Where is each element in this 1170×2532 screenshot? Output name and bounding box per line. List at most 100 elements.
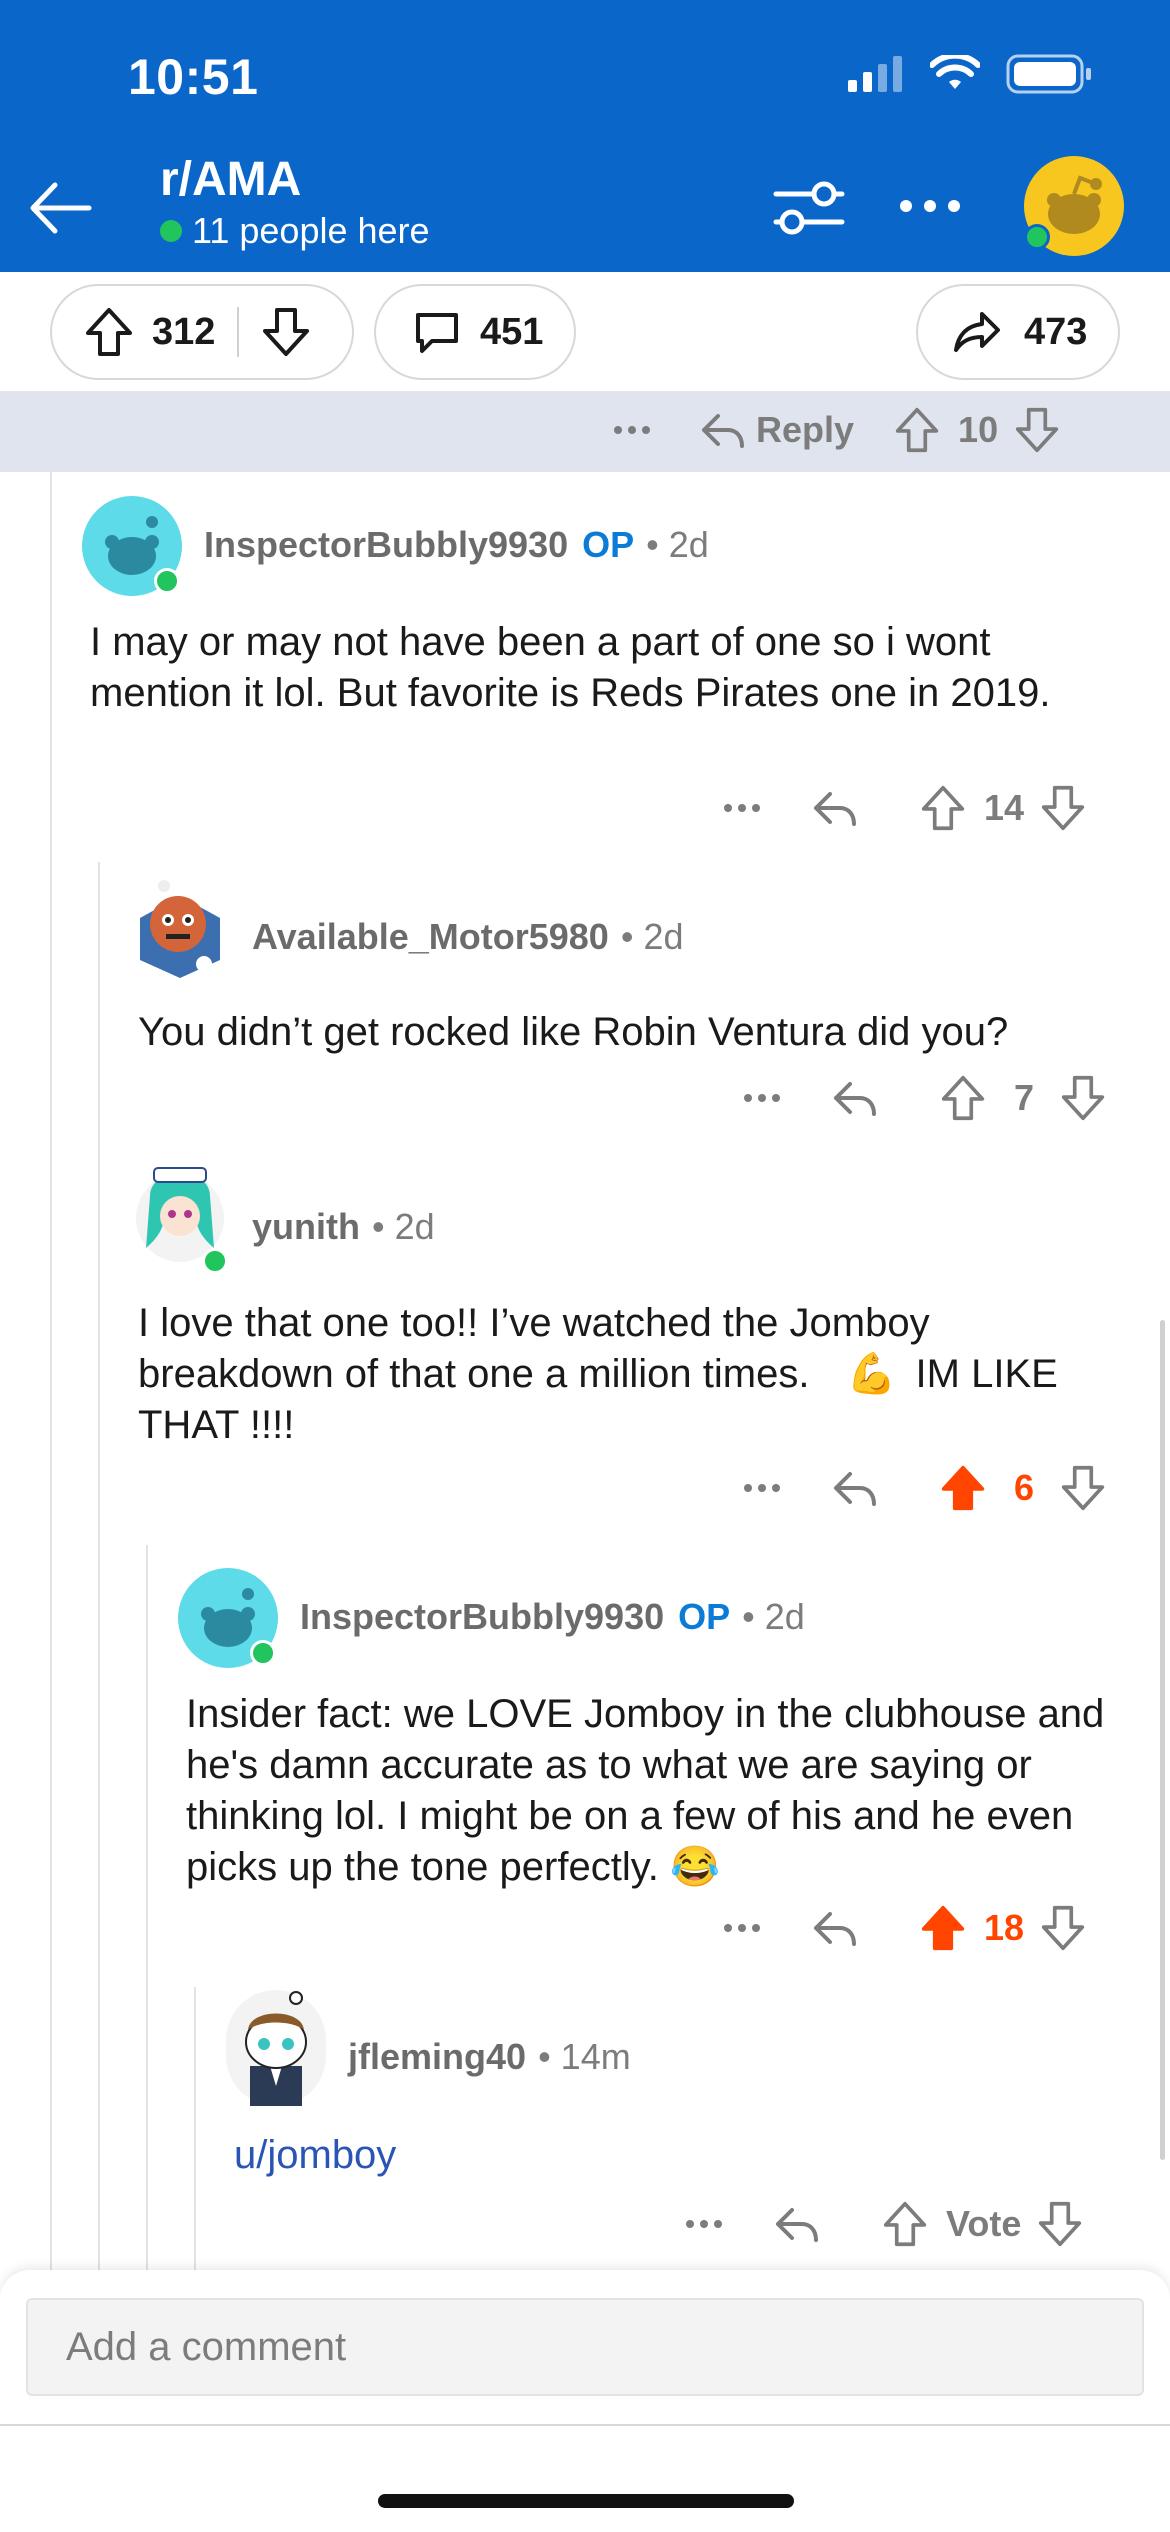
reply-icon[interactable] xyxy=(812,1908,858,1948)
upvote-icon[interactable] xyxy=(84,306,134,358)
comment-age: • 2d xyxy=(742,1596,805,1637)
online-dot xyxy=(160,220,182,242)
reply-icon[interactable] xyxy=(812,788,858,828)
battery-icon xyxy=(1006,54,1091,94)
status-icons xyxy=(848,54,1092,94)
more-horizontal-icon xyxy=(900,200,960,212)
username[interactable]: jfleming40 xyxy=(348,2036,526,2078)
downvote-icon[interactable] xyxy=(1037,2200,1083,2248)
back-button[interactable] xyxy=(22,170,98,246)
reply-icon[interactable] xyxy=(832,1078,878,1118)
robot-avatar-icon xyxy=(140,880,220,978)
online-text: 11 people here xyxy=(192,210,430,251)
subreddit-title[interactable]: r/AMA xyxy=(160,152,301,207)
parent-comment-actions: Reply 10 xyxy=(0,392,1170,472)
suit-avatar-icon xyxy=(245,1991,307,2106)
comment-composer: Add a comment xyxy=(0,2270,1170,2532)
reply-icon xyxy=(702,414,744,448)
comment-body: u/jomboy xyxy=(234,2130,1094,2181)
more-horizontal-icon[interactable] xyxy=(722,788,762,828)
comment-body: I may or may not have been a part of one… xyxy=(90,620,1051,715)
add-comment-input[interactable]: Add a comment xyxy=(26,2298,1144,2396)
thread-line xyxy=(146,1545,148,2272)
reply-label: Reply xyxy=(756,409,855,450)
vote-pill: 312 xyxy=(50,284,354,380)
thread-line xyxy=(50,472,52,2272)
downvote-icon[interactable] xyxy=(1014,406,1060,454)
more-options-button[interactable] xyxy=(898,186,962,226)
comment-actions: Vote xyxy=(684,2200,1083,2248)
comment-actions: 14 xyxy=(722,784,1086,832)
username[interactable]: InspectorBubbly9930 xyxy=(300,1596,664,1638)
avatar[interactable] xyxy=(226,1990,326,2106)
user-mention-link[interactable]: u/jomboy xyxy=(234,2133,396,2177)
avatar[interactable] xyxy=(130,876,230,980)
online-indicator xyxy=(202,1248,228,1274)
username[interactable]: InspectorBubbly9930 xyxy=(204,524,568,566)
downvote-icon[interactable] xyxy=(1040,784,1086,832)
upvote-icon[interactable] xyxy=(940,1074,986,1122)
post-action-bar: 312 451 473 xyxy=(0,272,1170,392)
comment-count: 451 xyxy=(480,310,544,353)
score: 10 xyxy=(958,409,999,450)
downvote-icon[interactable] xyxy=(261,306,311,358)
downvote-icon[interactable] xyxy=(1040,1904,1086,1952)
arrow-left-icon xyxy=(30,182,92,234)
upvote-icon[interactable] xyxy=(920,784,966,832)
username[interactable]: Available_Motor5980 xyxy=(252,916,609,958)
op-badge: OP xyxy=(582,524,635,565)
comment-header: jfleming40 • 14m xyxy=(348,2036,631,2078)
vote-label: Vote xyxy=(946,2203,1022,2244)
user-avatar[interactable] xyxy=(1024,156,1124,256)
share-arrow-icon xyxy=(954,312,1000,352)
app-header: 10:51 r/AMA 11 people here xyxy=(0,0,1170,272)
sliders-icon xyxy=(773,181,845,235)
sort-filter-button[interactable] xyxy=(772,176,846,240)
home-indicator[interactable] xyxy=(378,2494,794,2508)
comment-header: InspectorBubbly9930 OP • 2d xyxy=(204,524,709,566)
comment-line: breakdown of that one a million times. 💪… xyxy=(138,1352,1058,1396)
share-count: 473 xyxy=(1024,310,1088,353)
comment-actions: 18 xyxy=(722,1904,1086,1952)
downvote-icon[interactable] xyxy=(1060,1074,1106,1122)
comment-bubble-icon xyxy=(416,313,458,353)
username[interactable]: yunith xyxy=(252,1206,360,1248)
op-badge: OP xyxy=(678,1596,731,1637)
vote-divider xyxy=(237,307,240,357)
comment-line: I love that one too!! I’ve watched the J… xyxy=(138,1301,930,1345)
online-count: 11 people here xyxy=(160,210,430,252)
share-button[interactable]: 473 xyxy=(916,284,1120,380)
scrollbar[interactable] xyxy=(1160,1320,1165,2160)
comment-age: • 2d xyxy=(620,916,684,957)
thread-line xyxy=(194,1987,196,2272)
upvote-icon[interactable] xyxy=(894,406,940,454)
comments-button[interactable]: 451 xyxy=(374,284,576,380)
status-time: 10:51 xyxy=(128,49,259,105)
downvote-icon[interactable] xyxy=(1060,1464,1106,1512)
online-indicator xyxy=(154,568,180,594)
upvote-active-icon[interactable] xyxy=(940,1464,986,1512)
comment-header: yunith • 2d xyxy=(252,1206,435,1248)
comment-body: You didn’t get rocked like Robin Ventura… xyxy=(138,1010,1009,1054)
reply-icon[interactable] xyxy=(774,2204,820,2244)
score: 14 xyxy=(984,787,1025,828)
comment-age: • 14m xyxy=(538,2036,631,2077)
score: 7 xyxy=(1014,1077,1035,1118)
upvote-icon[interactable] xyxy=(882,2200,928,2248)
more-horizontal-icon[interactable] xyxy=(742,1078,782,1118)
parent-action-row: Reply 10 xyxy=(612,406,1060,454)
reply-button[interactable]: Reply xyxy=(700,409,854,451)
comment-actions: 7 xyxy=(742,1074,1106,1122)
more-horizontal-icon[interactable] xyxy=(722,1908,762,1948)
more-horizontal-icon[interactable] xyxy=(684,2204,724,2244)
comment-age: • 2d xyxy=(646,524,709,565)
more-horizontal-icon[interactable] xyxy=(742,1468,782,1508)
thread-line xyxy=(98,862,100,2272)
comment-header: Available_Motor5980 • 2d xyxy=(252,916,683,958)
score: 18 xyxy=(984,1907,1025,1948)
laughing-emoji: 😂 xyxy=(669,1845,720,1889)
reply-icon[interactable] xyxy=(832,1468,878,1508)
more-horizontal-icon[interactable] xyxy=(612,410,652,450)
online-indicator xyxy=(250,1640,276,1666)
upvote-active-icon[interactable] xyxy=(920,1904,966,1952)
